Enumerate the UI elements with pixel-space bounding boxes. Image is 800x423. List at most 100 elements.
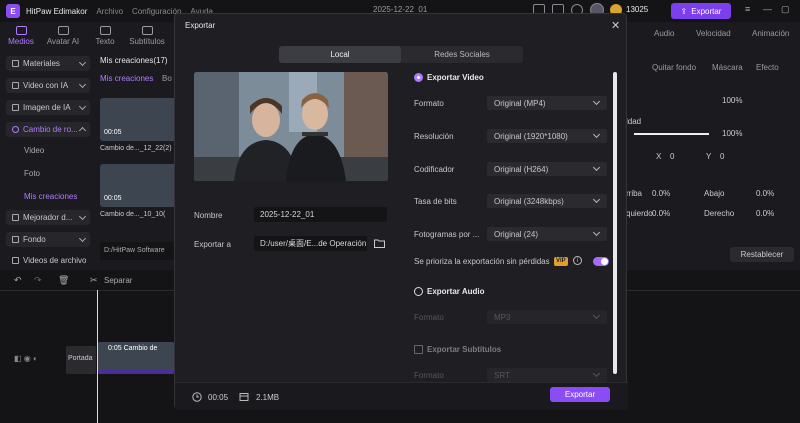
bottom-value[interactable]: 0.0%: [756, 189, 774, 198]
split-button[interactable]: Separar: [104, 276, 132, 285]
encoder-select[interactable]: Original (H264): [487, 162, 607, 176]
sidebar-sub-video[interactable]: Video: [24, 146, 44, 155]
export-button[interactable]: Exportar: [550, 387, 610, 402]
media-header: Mis creaciones(17): [100, 56, 168, 65]
sidebar-sub-mis-creaciones[interactable]: Mis creaciones: [24, 192, 77, 201]
export-video-label: Exportar Video: [427, 73, 484, 82]
tab-subtitulos[interactable]: Subtítulos: [126, 22, 168, 50]
export-subtitles-checkbox[interactable]: [414, 345, 423, 354]
subtab-quitar-fondo[interactable]: Quitar fondo: [652, 63, 696, 72]
track-cover[interactable]: Portada: [66, 346, 96, 374]
lossless-label: Se prioriza la exportación sin pérdidas: [414, 257, 550, 266]
image-ai-icon: [12, 104, 19, 111]
sidebar-item-fondo[interactable]: Fondo: [6, 232, 90, 247]
chevron-down-icon: [592, 97, 601, 106]
sidebar-item-mejorador[interactable]: Mejorador d...: [6, 210, 90, 225]
resolution-label: Resolución: [414, 132, 454, 141]
export-audio-radio[interactable]: [414, 287, 423, 296]
resolution-select[interactable]: Original (1920*1080): [487, 129, 607, 143]
tab-animacion[interactable]: Animación: [752, 29, 789, 38]
bitrate-select[interactable]: Original (3248kbps): [487, 194, 607, 208]
tab-texto[interactable]: Texto: [84, 22, 126, 50]
chevron-down-icon: [78, 234, 87, 243]
enhancer-icon: [12, 214, 19, 221]
dialog-scrollbar[interactable]: [613, 72, 617, 374]
export-to-label: Exportar a: [194, 240, 231, 249]
left-value[interactable]: 0.0%: [652, 209, 670, 218]
y-value[interactable]: 0: [720, 152, 724, 161]
sidebar-item-label: Materiales: [23, 59, 60, 68]
bottom-label: Abajo: [704, 189, 725, 198]
sidebar-item-cambio-rostro[interactable]: Cambio de ro...: [6, 122, 90, 137]
menu-archivo[interactable]: Archivo: [96, 7, 123, 16]
opacity-value[interactable]: 100%: [722, 129, 742, 138]
coin-count: 13025: [626, 5, 649, 14]
top-export-label: Exportar: [691, 6, 722, 16]
sidebar-sub-foto[interactable]: Foto: [24, 169, 40, 178]
x-value[interactable]: 0: [670, 152, 674, 161]
name-input[interactable]: 2025-12-22_01: [254, 207, 387, 222]
tab-audio[interactable]: Audio: [654, 29, 674, 38]
left-label: quierdo: [626, 209, 653, 218]
undo-icon[interactable]: ↶: [14, 275, 22, 286]
media-thumbnail[interactable]: 00:05: [100, 98, 176, 141]
tab-medios[interactable]: Medios: [0, 22, 42, 50]
media-item-name: Cambio de..._12_22(2): [100, 145, 172, 152]
sidebar-item-video-ia[interactable]: Video con IA: [6, 78, 90, 93]
chevron-down-icon: [78, 212, 87, 221]
top-value[interactable]: 0.0%: [652, 189, 670, 198]
sidebar-item-videos-archivo[interactable]: Videos de archivo: [6, 253, 90, 268]
export-path-input[interactable]: D:/user/桌面/E...de Operación: [254, 236, 367, 251]
chevron-down-icon: [592, 195, 601, 204]
timeline-clip[interactable]: 0:05 Cambio de: [98, 342, 174, 374]
track-controls-icon[interactable]: ◧ ◉ ◐: [14, 354, 38, 363]
audio-format-select[interactable]: MP3: [487, 310, 607, 324]
tab-redes-sociales[interactable]: Redes Sociales: [401, 46, 523, 63]
export-size: 2.1MB: [256, 393, 280, 402]
tab-local[interactable]: Local: [279, 46, 401, 63]
bitrate-label: Tasa de bits: [414, 197, 457, 206]
reset-button[interactable]: Restablecer: [730, 247, 794, 262]
sidebar-item-label: Video con IA: [23, 81, 69, 90]
export-video-radio[interactable]: [414, 73, 423, 82]
chevron-down-icon: [78, 80, 87, 89]
opacity-slider[interactable]: [634, 133, 709, 135]
media-path[interactable]: D:/HitPaw Software: [100, 242, 176, 260]
sidebar-item-label: Fondo: [23, 235, 46, 244]
maximize-icon[interactable]: ▢: [781, 4, 790, 15]
media-thumbnail[interactable]: 00:05: [100, 164, 176, 207]
right-value[interactable]: 0.0%: [756, 209, 774, 218]
chevron-down-icon: [592, 130, 601, 139]
tab-subtitulos-label: Subtítulos: [129, 37, 165, 46]
subtab-efecto[interactable]: Efecto: [756, 63, 779, 72]
delete-icon[interactable]: 🗑: [58, 275, 69, 286]
media-tab-other[interactable]: Bo: [162, 74, 172, 83]
text-icon: [99, 26, 111, 35]
media-tab-mis-creaciones[interactable]: Mis creaciones: [100, 74, 153, 83]
stock-video-icon: [12, 257, 19, 264]
chevron-down-icon: [78, 102, 87, 111]
redo-icon[interactable]: ↷: [34, 275, 42, 286]
zoom-value[interactable]: 100%: [722, 96, 742, 105]
tab-avatar-ai[interactable]: Avatar AI: [42, 22, 84, 50]
subtitle-format-select[interactable]: SRT: [487, 368, 607, 382]
format-label: Formato: [414, 99, 444, 108]
minimize-icon[interactable]: —: [763, 4, 772, 14]
top-export-button[interactable]: ⇪ Exportar: [671, 3, 731, 19]
info-icon[interactable]: i: [573, 256, 582, 265]
sidebar-item-materiales[interactable]: Materiales: [6, 56, 90, 71]
close-icon[interactable]: ✕: [611, 19, 620, 32]
chevron-down-icon: [592, 369, 601, 378]
framerate-select[interactable]: Original (24): [487, 227, 607, 241]
folder-icon[interactable]: [374, 239, 385, 248]
framerate-label: Fotogramas por ...: [414, 230, 480, 239]
menu-icon[interactable]: ≡: [745, 4, 750, 14]
bitrate-value: Original (3248kbps): [494, 196, 564, 206]
subtab-mascara[interactable]: Máscara: [712, 63, 743, 72]
sidebar-item-label: Imagen de IA: [23, 103, 71, 112]
media-duration: 00:05: [104, 195, 122, 202]
format-select[interactable]: Original (MP4): [487, 96, 607, 110]
tab-velocidad[interactable]: Velocidad: [696, 29, 731, 38]
lossless-toggle[interactable]: [593, 257, 609, 266]
sidebar-item-imagen-ia[interactable]: Imagen de IA: [6, 100, 90, 115]
